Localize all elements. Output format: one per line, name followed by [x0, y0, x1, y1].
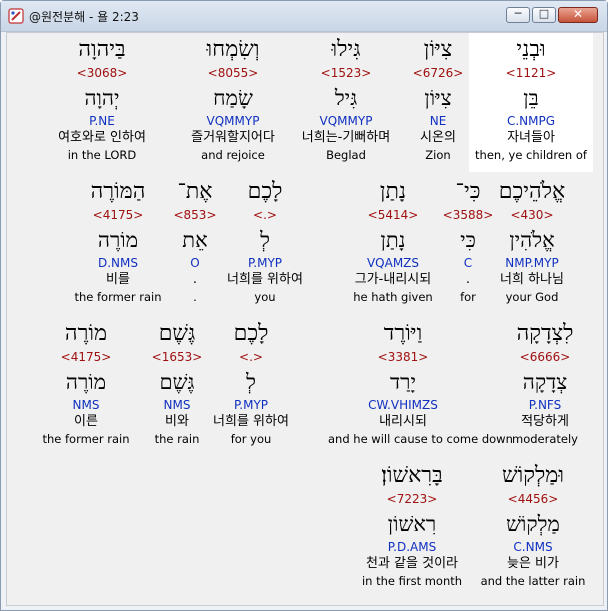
morph-code: CW.VHIMZS — [368, 398, 438, 412]
app-window: @원전분해 - 욜 2:23 ─ □ ✕ וּבְנֵי <1121> בֵּן C.… — [0, 0, 608, 611]
word-cell[interactable]: לִצְדָקָה <6666> צְדָקָה P.NFS 적당하게 moderatel… — [470, 319, 608, 447]
korean-gloss: 내리시되 — [379, 414, 427, 429]
strong-number: <7223> — [386, 492, 438, 506]
english-gloss: and he will cause to come down — [328, 432, 513, 446]
hebrew-word: הַמּוֹרֶה — [90, 179, 146, 204]
strong-number: <3381> — [377, 350, 429, 364]
korean-gloss: 비를 — [106, 272, 130, 287]
lemma: צְדָקָה — [522, 370, 568, 394]
morph-code: P.D.AMS — [387, 540, 437, 554]
morph-code: P.NFS — [528, 398, 562, 412]
morph-code: VQMMYP — [206, 114, 260, 128]
maximize-button[interactable]: □ — [532, 7, 556, 23]
morph-code: P.NE — [89, 114, 115, 128]
strong-number: <5414> — [367, 208, 419, 222]
maximize-icon: □ — [538, 7, 550, 20]
english-gloss: the former rain — [42, 432, 130, 446]
word-cell[interactable]: בַּיהוָה <3068> יְהוָה P.NE 여호와로 인하여 in the L… — [27, 35, 177, 163]
lemma: מוֹרֶה — [97, 228, 139, 252]
lemma: רִאשׁוֹן — [387, 512, 437, 536]
korean-gloss: 적당하게 — [521, 414, 569, 429]
english-gloss: the former rain — [74, 290, 162, 304]
strong-number: <3068> — [76, 66, 128, 80]
english-gloss: in the LORD — [67, 148, 137, 162]
word-cell[interactable]: הַמּוֹרֶה <4175> מוֹרֶה D.NMS 비를 the former r… — [43, 177, 193, 305]
word-cell[interactable]: בָּרִאשׁוֹן׃ <7223> רִאשׁוֹן P.D.AMS 천과 같을 것… — [337, 461, 487, 589]
lemma: שָׂמַח — [213, 86, 253, 110]
korean-gloss: 천과 같을 것이라 — [366, 556, 458, 571]
hebrew-word: בַּיהוָה — [78, 37, 126, 62]
minimize-icon: ─ — [514, 7, 522, 20]
hebrew-word: וַיּוֹרֶד — [383, 321, 423, 346]
minimize-button[interactable]: ─ — [506, 7, 530, 23]
strong-number: <8055> — [207, 66, 259, 80]
close-icon: ✕ — [572, 7, 584, 21]
morph-code: D.NMS — [97, 256, 138, 270]
strong-number: <6666> — [519, 350, 571, 364]
title-bar[interactable]: @원전분해 - 욜 2:23 ─ □ ✕ — [1, 1, 607, 32]
hebrew-word: בָּרִאשׁוֹן׃ — [381, 463, 443, 488]
window-title: @원전분해 - 욜 2:23 — [29, 10, 139, 24]
word-cell[interactable]: מוֹרֶה <4175> מוֹרֶה NMS 이른 the former rain — [11, 319, 161, 447]
korean-gloss: 즐거워할지어다 — [191, 130, 275, 145]
korean-gloss: 그가-내리시되 — [354, 272, 432, 287]
hebrew-word: נָתַן — [379, 179, 407, 204]
korean-gloss: 이른 — [74, 414, 98, 429]
close-button[interactable]: ✕ — [558, 7, 598, 23]
lemma: נָתַן — [380, 228, 406, 252]
lemma: מוֹרֶה — [65, 370, 107, 394]
morph-code: NMS — [72, 398, 100, 412]
english-gloss: in the first month — [361, 574, 463, 588]
korean-gloss: 여호와로 인하여 — [58, 130, 146, 145]
hebrew-word: וְשִׂמְחוּ — [206, 37, 260, 62]
strong-number: <4175> — [60, 350, 112, 364]
app-icon — [8, 8, 24, 24]
english-gloss: he hath given — [353, 290, 433, 304]
lemma: יָרַד — [390, 370, 416, 394]
morph-code: VQAMZS — [366, 256, 420, 270]
word-cell[interactable]: וְשִׂמְחוּ <8055> שָׂמַח VQMMYP 즐거워할지어다 and r… — [158, 35, 308, 163]
lemma: יְהוָה — [84, 86, 120, 110]
hebrew-word: מוֹרֶה — [64, 321, 108, 346]
hebrew-word: לִצְדָקָה — [516, 321, 574, 346]
word-cell[interactable]: נָתַן <5414> נָתַן VQAMZS 그가-내리시되 he hath giv… — [318, 177, 468, 305]
word-cell[interactable]: וַיּוֹרֶד <3381> יָרַד CW.VHIMZS 내리시되 and he … — [328, 319, 513, 447]
verse-analysis-panel: וּבְנֵי <1121> בֵּן C.NMPG 자녀들아 then, ye chil… — [6, 32, 604, 606]
english-gloss: and rejoice — [201, 148, 265, 162]
strong-number: <4175> — [92, 208, 144, 222]
